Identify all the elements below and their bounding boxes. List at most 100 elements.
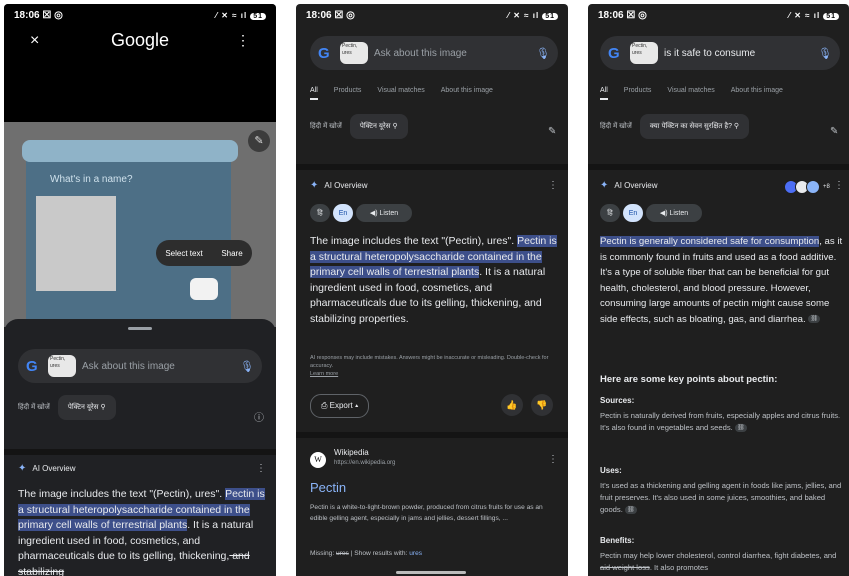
tub-text: What's in a name? xyxy=(50,174,133,185)
edit-icon[interactable]: ✎ xyxy=(548,126,556,137)
section-divider xyxy=(296,164,568,170)
result-snippet: Pectin is a white-to-light-brown powder,… xyxy=(310,504,543,522)
search-bar[interactable]: G Pectin, ures Ask about this image 🎙 xyxy=(310,36,558,70)
export-button[interactable]: ⎙ Export ▴ xyxy=(310,394,370,418)
hindi-chip-text: पेक्टिन यूरेस xyxy=(359,123,391,130)
hindi-chip-text: पेक्टिन यूरेस xyxy=(67,404,99,411)
edit-icon[interactable]: ✎ xyxy=(248,130,270,152)
more-menu-icon[interactable]: ⋮ xyxy=(236,32,250,49)
missing-terms: Missing: ures | Show results with: ures xyxy=(310,548,422,560)
hindi-suggestion-chip[interactable]: क्या पेक्टिन का सेवन सुरक्षित है? ⚲ xyxy=(639,114,750,139)
select-text-button[interactable]: Select text xyxy=(165,249,202,258)
more-options-icon[interactable]: ⋮ xyxy=(548,180,558,191)
learn-more-link[interactable]: Learn more xyxy=(310,371,338,377)
status-bar: 18:06 ☒ ◎ ⁄ ✕ ≈ ıl 51 xyxy=(4,4,276,26)
search-input[interactable]: is it safe to consume xyxy=(664,48,818,59)
thumbs-down-icon[interactable]: 👎 xyxy=(531,394,553,416)
benefits-strike: aid weight loss xyxy=(600,563,650,572)
notification-icons: ☒ ◎ xyxy=(42,9,63,21)
tab-all[interactable]: All xyxy=(600,87,608,100)
section-divider xyxy=(588,164,849,170)
english-toggle[interactable]: En xyxy=(623,204,643,222)
missing-label: Missing: xyxy=(310,550,335,557)
search-input[interactable]: Ask about this image xyxy=(374,48,536,59)
mic-icon[interactable]: 🎙 xyxy=(240,360,254,373)
ai-text-intro: The image includes the text "(Pectin), u… xyxy=(310,235,515,247)
battery-icon: 51 xyxy=(542,12,558,20)
more-options-icon[interactable]: ⋮ xyxy=(256,463,266,474)
tab-about-image[interactable]: About this image xyxy=(731,87,783,100)
nutrition-label xyxy=(36,196,116,291)
notification-icons: ☒ ◎ xyxy=(626,9,647,21)
sources-heading: Sources: xyxy=(600,396,635,405)
hindi-toggle[interactable]: हि xyxy=(600,204,620,222)
ai-overview-header: ✦ AI Overview xyxy=(310,180,368,191)
sources-body: Pectin is naturally derived from fruits,… xyxy=(600,411,841,432)
hindi-toggle[interactable]: हि xyxy=(310,204,330,222)
mic-icon[interactable]: 🎙 xyxy=(536,47,550,60)
image-thumbnail[interactable]: Pectin, ures xyxy=(630,42,658,64)
google-g-icon: G xyxy=(318,44,330,62)
signal-icons: ⁄ ✕ ≈ ıl xyxy=(507,10,540,20)
tab-products[interactable]: Products xyxy=(334,87,362,100)
ai-overview-text: The image includes the text "(Pectin), u… xyxy=(310,234,560,327)
status-time: 18:06 xyxy=(14,9,40,21)
mic-icon[interactable]: 🎙 xyxy=(818,47,832,60)
source-url: https://en.wikipedia.org xyxy=(334,460,396,466)
sheet-drag-handle[interactable] xyxy=(128,327,152,330)
results-tabs: All Products Visual matches About this i… xyxy=(600,87,783,100)
search-input[interactable]: Ask about this image xyxy=(82,361,240,372)
battery-icon: 51 xyxy=(823,12,839,20)
edit-icon[interactable]: ✎ xyxy=(830,126,838,137)
language-toggles: हि En ◀) Listen xyxy=(310,204,412,222)
wikipedia-icon: W xyxy=(310,452,326,468)
image-thumbnail[interactable]: Pectin, ures xyxy=(48,355,76,377)
source-avatars[interactable]: +8 xyxy=(784,180,830,194)
benefits-body: Pectin may help lower cholesterol, contr… xyxy=(600,551,837,560)
share-button[interactable]: Share xyxy=(221,249,242,258)
show-results-link[interactable]: ures xyxy=(409,550,422,557)
signal-icons: ⁄ ✕ ≈ ıl xyxy=(788,10,821,20)
hindi-search-label: हिंदी में खोजें xyxy=(600,123,632,130)
search-icon: ⚲ xyxy=(733,123,740,130)
tab-visual-matches[interactable]: Visual matches xyxy=(667,87,714,100)
uses-heading: Uses: xyxy=(600,466,622,475)
product-lid xyxy=(22,140,238,162)
search-icon: ⚲ xyxy=(100,404,106,411)
phone-screen-1: 18:06 ☒ ◎ ⁄ ✕ ≈ ıl 51 × Google ⋮ What's i… xyxy=(4,4,276,576)
benefits-text: Pectin may help lower cholesterol, contr… xyxy=(600,550,846,574)
english-toggle[interactable]: En xyxy=(333,204,353,222)
google-g-icon: G xyxy=(608,44,620,62)
result-menu-icon[interactable]: ⋮ xyxy=(548,454,558,465)
hindi-search-row: हिंदी में खोजें पेक्टिन यूरेस ⚲ xyxy=(18,395,116,420)
hindi-suggestion-chip[interactable]: पेक्टिन यूरेस ⚲ xyxy=(349,114,408,139)
hindi-suggestion-chip[interactable]: पेक्टिन यूरेस ⚲ xyxy=(57,395,116,420)
listen-button[interactable]: ◀) Listen xyxy=(646,204,702,222)
status-bar: 18:06 ☒ ◎ ⁄ ✕ ≈ ıl 51 xyxy=(296,4,568,26)
phone-screen-2: 18:06 ☒ ◎ ⁄ ✕ ≈ ıl 51 G Pectin, ures Ask … xyxy=(296,4,568,576)
search-bar[interactable]: G Pectin, ures is it safe to consume 🎙 xyxy=(600,36,840,70)
thumbs-up-icon[interactable]: 👍 xyxy=(501,394,523,416)
section-divider xyxy=(4,449,276,455)
tab-products[interactable]: Products xyxy=(624,87,652,100)
selected-text-region[interactable] xyxy=(190,278,218,300)
tab-visual-matches[interactable]: Visual matches xyxy=(377,87,424,100)
search-bar[interactable]: G Pectin, ures Ask about this image 🎙 xyxy=(18,349,262,383)
listen-button[interactable]: ◀) Listen xyxy=(356,204,412,222)
link-icon[interactable]: ⛓ xyxy=(624,506,637,514)
key-points-heading: Here are some key points about pectin: xyxy=(600,374,778,385)
source-name: Wikipedia xyxy=(334,448,369,457)
help-icon[interactable]: ⓘ xyxy=(254,409,264,424)
results-tabs: All Products Visual matches About this i… xyxy=(310,87,493,100)
captured-photo[interactable]: What's in a name? ✎ Select text Share xyxy=(4,122,276,327)
tab-all[interactable]: All xyxy=(310,87,318,100)
hindi-search-row: हिंदी में खोजें पेक्टिन यूरेस ⚲ xyxy=(310,114,408,139)
ai-text-intro: The image includes the text "(Pectin), u… xyxy=(18,488,223,500)
image-thumbnail[interactable]: Pectin, ures xyxy=(340,42,368,64)
more-options-icon[interactable]: ⋮ xyxy=(834,180,844,191)
sources-text: Pectin is naturally derived from fruits,… xyxy=(600,410,846,434)
link-icon[interactable]: ⛓ xyxy=(734,424,747,432)
tab-about-image[interactable]: About this image xyxy=(441,87,493,100)
result-title-link[interactable]: Pectin xyxy=(310,480,346,495)
link-icon[interactable]: ⛓ xyxy=(808,314,821,323)
